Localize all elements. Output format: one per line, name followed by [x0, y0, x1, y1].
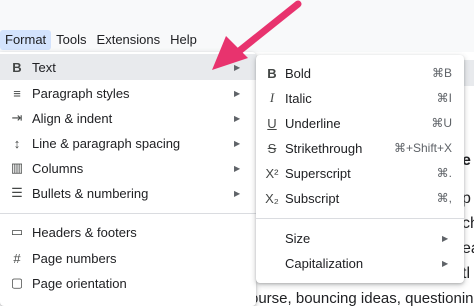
menu-extensions[interactable]: Extensions	[92, 30, 166, 50]
italic-icon: I	[269, 90, 275, 105]
columns-icon: ▥	[10, 160, 24, 175]
keyboard-shortcut: ⌘.	[436, 166, 452, 180]
menu-tools[interactable]: Tools	[51, 30, 91, 50]
format-menu-item-columns[interactable]: ▥ Columns ▶	[0, 155, 256, 181]
keyboard-shortcut: ⌘U	[431, 116, 452, 130]
menu-format[interactable]: Format	[0, 30, 52, 50]
submenu-arrow-icon: ▶	[234, 113, 241, 123]
submenu-item-label: Subscript	[285, 190, 340, 206]
subscript-icon: X₂	[265, 190, 279, 206]
superscript-icon: X²	[265, 165, 279, 181]
submenu-item-label: Strikethrough	[285, 140, 363, 156]
submenu-item-label: Size	[285, 230, 311, 246]
format-menu-item-align-indent[interactable]: ⇥ Align & indent ▶	[0, 105, 256, 131]
bulleted-list-icon: ☰	[11, 185, 23, 200]
submenu-item-capitalization[interactable]: Capitalization ▶	[256, 250, 464, 276]
text-submenu: B Bold ⌘B I Italic ⌘I U Underline ⌘U S S…	[256, 55, 464, 283]
hash-icon: #	[13, 250, 21, 266]
submenu-arrow-icon: ▶	[234, 88, 241, 98]
submenu-item-underline[interactable]: U Underline ⌘U	[256, 110, 464, 136]
bold-b-icon: B	[12, 59, 22, 75]
submenu-separator	[256, 218, 464, 219]
menu-bar: Format Tools Extensions Help	[0, 0, 474, 52]
format-menu-item-page-numbers[interactable]: # Page numbers	[0, 245, 256, 271]
bold-icon: B	[267, 65, 277, 81]
submenu-arrow-icon: ▶	[234, 188, 241, 198]
submenu-arrow-icon: ▶	[234, 163, 241, 173]
submenu-item-label: Italic	[285, 90, 312, 106]
submenu-item-label: Bold	[285, 65, 312, 81]
keyboard-shortcut: ⌘I	[436, 91, 452, 105]
format-menu-item-paragraph-styles[interactable]: ≡ Paragraph styles ▶	[0, 80, 256, 106]
menu-item-label: Page orientation	[32, 275, 127, 291]
format-menu: B Text ▶ ≡ Paragraph styles ▶ ⇥ Align & …	[0, 52, 256, 306]
submenu-arrow-icon: ▶	[234, 138, 241, 148]
format-menu-item-bullets-numbering[interactable]: ☰ Bullets & numbering ▶	[0, 180, 256, 206]
line-spacing-icon: ↕	[13, 135, 21, 151]
format-menu-item-page-orientation[interactable]: ▢ Page orientation	[0, 270, 256, 296]
submenu-item-size[interactable]: Size ▶	[256, 225, 464, 251]
align-indent-icon: ⇥	[11, 110, 23, 125]
menu-item-label: Paragraph styles	[32, 85, 130, 101]
keyboard-shortcut: ⌘+Shift+X	[393, 141, 452, 155]
menu-item-label: Align & indent	[32, 110, 113, 126]
menu-help[interactable]: Help	[165, 30, 202, 50]
strikethrough-icon: S	[267, 140, 277, 156]
submenu-item-bold[interactable]: B Bold ⌘B	[256, 60, 464, 86]
submenu-item-strikethrough[interactable]: S Strikethrough ⌘+Shift+X	[256, 135, 464, 161]
submenu-item-label: Capitalization	[285, 255, 364, 271]
format-menu-item-text[interactable]: B Text ▶	[0, 54, 256, 80]
submenu-item-label: Superscript	[285, 165, 351, 181]
page-orientation-icon: ▢	[10, 275, 24, 290]
paragraph-styles-icon: ≡	[13, 85, 21, 101]
menu-item-label: Headers & footers	[32, 224, 137, 240]
submenu-item-italic[interactable]: I Italic ⌘I	[256, 85, 464, 111]
menu-item-label: Columns	[32, 160, 84, 176]
menu-item-label: Text	[32, 59, 56, 75]
menu-item-label: Line & paragraph spacing	[32, 135, 181, 151]
submenu-item-superscript[interactable]: X² Superscript ⌘.	[256, 160, 464, 186]
format-menu-item-line-spacing[interactable]: ↕ Line & paragraph spacing ▶	[0, 130, 256, 156]
keyboard-shortcut: ⌘B	[431, 66, 452, 80]
submenu-arrow-icon: ▶	[442, 258, 449, 268]
submenu-item-label: Underline	[285, 115, 341, 131]
format-menu-item-headers-footers[interactable]: ▭ Headers & footers	[0, 219, 256, 245]
menu-item-label: Page numbers	[32, 250, 117, 266]
menu-bar-items: Format Tools Extensions Help	[0, 30, 202, 50]
keyboard-shortcut: ⌘,	[436, 191, 452, 205]
underline-icon: U	[267, 115, 277, 131]
submenu-item-subscript[interactable]: X₂ Subscript ⌘,	[256, 185, 464, 211]
menu-item-label: Bullets & numbering	[32, 185, 149, 201]
submenu-arrow-icon: ▶	[442, 233, 449, 243]
submenu-arrow-icon: ▶	[234, 62, 241, 72]
doc-body-text: ourse, bouncing ideas, questioning r	[250, 290, 474, 306]
headers-footers-icon: ▭	[10, 224, 24, 239]
menu-separator	[0, 213, 256, 214]
